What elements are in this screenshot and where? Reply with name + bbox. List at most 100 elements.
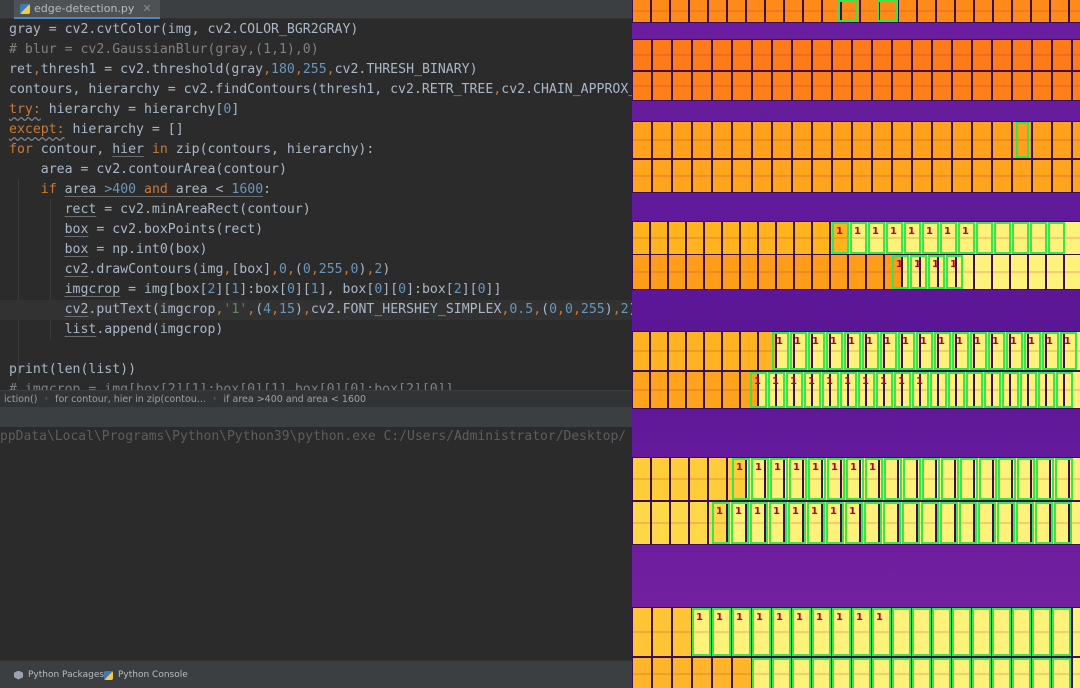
close-tab-icon[interactable]: ✕ [142, 2, 151, 15]
detection-label: 1 [773, 506, 780, 517]
detection-label: 1 [736, 612, 743, 623]
panel-cell [673, 658, 691, 688]
panel-cell [713, 658, 731, 688]
code-area[interactable]: gray = cv2.cvtColor(img, cv2.COLOR_BGR2G… [0, 19, 632, 390]
detection-label: 1 [776, 336, 783, 347]
code-line[interactable]: gray = cv2.cvtColor(img, cv2.COLOR_BGR2G… [9, 20, 358, 40]
code-line[interactable]: # blur = cv2.GaussianBlur(gray,(1,1),0) [9, 40, 319, 60]
detection-label: 1 [794, 336, 801, 347]
detection-label: 1 [826, 376, 833, 387]
detection-label: 1 [836, 612, 843, 623]
python-console-tab[interactable]: Python Console [104, 661, 188, 688]
detection-label: 1 [844, 376, 851, 387]
detection-label: 1 [944, 226, 951, 237]
detection-label: 1 [898, 376, 905, 387]
panel-cell [813, 658, 831, 688]
panel-cell [873, 658, 891, 688]
chevron-right-icon: › [44, 394, 49, 404]
editor-tab[interactable]: edge-detection.py ✕ [14, 0, 160, 19]
detection-label: 1 [848, 336, 855, 347]
detection-label: 1 [812, 336, 819, 347]
panel-cell [993, 658, 1011, 688]
panel-cell [913, 658, 931, 688]
chevron-right-icon: › [212, 394, 217, 404]
breadcrumb-item[interactable]: iction() [0, 394, 41, 405]
detection-label: 1 [811, 506, 818, 517]
run-console[interactable]: ppData\Local\Programs\Python\Python39\py… [0, 427, 632, 660]
code-line[interactable]: list.append(imgcrop) [9, 320, 224, 340]
detection-label: 1 [869, 462, 876, 473]
detection-label: 1 [831, 462, 838, 473]
panel-cell [773, 658, 791, 688]
detection-label: 1 [812, 462, 819, 473]
panel-cell [833, 658, 851, 688]
detection-label: 1 [754, 376, 761, 387]
detection-label: 1 [696, 612, 703, 623]
code-line[interactable]: except: hierarchy = [] [9, 120, 184, 140]
breadcrumb-item[interactable]: if area >400 and area < 1600 [220, 394, 371, 405]
code-line[interactable]: if area >400 and area < 1600: [9, 180, 271, 200]
detection-label: 1 [932, 259, 939, 270]
detection-label: 1 [908, 226, 915, 237]
code-line[interactable]: print(len(list)) [9, 360, 136, 380]
code-line[interactable]: area = cv2.contourArea(contour) [9, 160, 287, 180]
panel-cell [933, 658, 951, 688]
code-line[interactable]: ret,thresh1 = cv2.threshold(gray,180,255… [9, 60, 478, 80]
code-line[interactable]: box = cv2.boxPoints(rect) [9, 220, 264, 240]
panel-cell [1033, 658, 1051, 688]
detection-label: 1 [890, 226, 897, 237]
breadcrumb: iction() › for contour, hier in zip(cont… [0, 390, 632, 407]
code-line-current[interactable]: cv2.putText(imgcrop,'1',(4,15),cv2.FONT_… [0, 300, 632, 320]
panel-cell [733, 658, 751, 688]
detection-label: 1 [862, 376, 869, 387]
detection-label: 1 [716, 506, 723, 517]
code-line[interactable]: box = np.int0(box) [9, 240, 208, 260]
detection-label: 1 [872, 226, 879, 237]
detection-label: 1 [735, 506, 742, 517]
python-packages-label: Python Packages [28, 670, 105, 680]
detection-label: 1 [792, 506, 799, 517]
detection-label: 1 [916, 376, 923, 387]
detection-label: 1 [974, 336, 981, 347]
detection-label: 1 [716, 612, 723, 623]
python-packages-tab[interactable]: Python Packages [14, 661, 104, 688]
detection-label: 1 [1010, 336, 1017, 347]
detection-label: 1 [774, 462, 781, 473]
python-console-icon [104, 670, 113, 680]
panel-cell [953, 658, 971, 688]
code-line[interactable]: cv2.drawContours(img,[box],0,(0,255,0),2… [9, 260, 391, 280]
detection-label: 1 [926, 226, 933, 237]
panel-cell [973, 658, 991, 688]
detection-label: 1 [816, 612, 823, 623]
panel-cell [1013, 658, 1031, 688]
code-line[interactable]: # imgcrop = img[box[2][1]:box[0][1],box[… [9, 380, 454, 390]
detection-label: 1 [850, 462, 857, 473]
code-line[interactable]: for contour, hier in zip(contours, hiera… [9, 140, 374, 160]
detection-label: 1 [790, 376, 797, 387]
run-panel-header [0, 407, 632, 427]
code-line[interactable]: rect = cv2.minAreaRect(contour) [9, 200, 311, 220]
panel-cell [693, 658, 711, 688]
detection-label: 1 [755, 462, 762, 473]
detection-label: 1 [830, 506, 837, 517]
breadcrumb-item[interactable]: for contour, hier in zip(contou... [51, 394, 210, 405]
detection-label: 1 [830, 336, 837, 347]
detection-label: 1 [920, 336, 927, 347]
detection-label: 1 [896, 259, 903, 270]
detection-label: 1 [914, 259, 921, 270]
detection-label: 1 [880, 376, 887, 387]
package-icon [14, 670, 23, 680]
console-command-line: ppData\Local\Programs\Python\Python39\py… [0, 429, 627, 444]
code-line[interactable]: contours, hierarchy = cv2.findContours(t… [9, 80, 632, 100]
detection-label: 1 [866, 336, 873, 347]
code-line[interactable]: imgcrop = img[box[2][1]:box[0][1], box[0… [9, 280, 502, 300]
detection-label: 1 [854, 226, 861, 237]
detection-label: 1 [756, 612, 763, 623]
panel-cell [653, 658, 671, 688]
code-line[interactable]: try: hierarchy = hierarchy[0] [9, 100, 239, 120]
detection-label: 1 [808, 376, 815, 387]
panel-cell [753, 658, 771, 688]
detection-label: 1 [754, 506, 761, 517]
detection-label: 1 [1028, 336, 1035, 347]
detection-label: 1 [796, 612, 803, 623]
